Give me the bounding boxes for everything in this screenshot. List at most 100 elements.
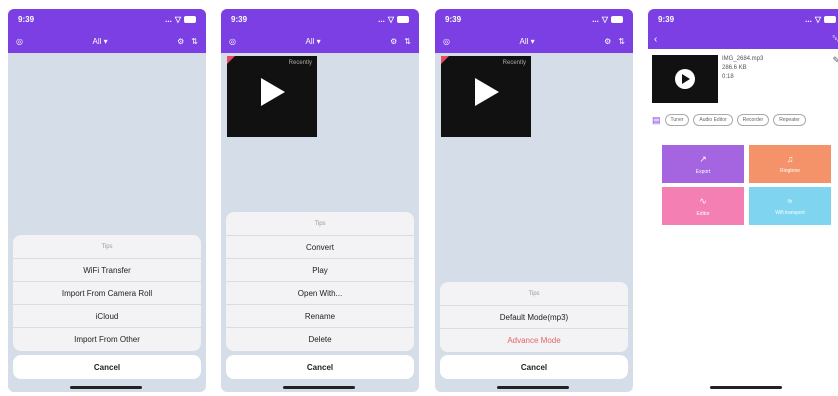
home-indicator bbox=[497, 386, 569, 389]
phone-screen-convert-mode: 9:39 ... ▽ ◎ All ▾ ⚙ ⇅ Recently Tips Defau… bbox=[435, 9, 633, 392]
file-name: IMG_2684.mp3 bbox=[722, 56, 764, 62]
file-size: 286.6 KB bbox=[722, 65, 747, 71]
option-convert[interactable]: Convert bbox=[226, 236, 414, 259]
sort-icon[interactable]: ⇅ bbox=[191, 37, 198, 46]
chip-recorder[interactable]: Recorder bbox=[736, 114, 770, 126]
status-time: 9:39 bbox=[18, 14, 35, 24]
action-sheet: Tips Default Mode(mp3) Advance Mode bbox=[440, 282, 628, 352]
filter-label: All bbox=[519, 36, 529, 46]
settings-icon[interactable]: ⚙ bbox=[177, 37, 184, 46]
ringtone-tile[interactable]: ♫ Ringtone bbox=[749, 145, 831, 183]
filter-label: All bbox=[92, 36, 102, 46]
battery-icon bbox=[184, 15, 196, 23]
recently-tag: Recently bbox=[288, 60, 312, 66]
wifi-menu-icon[interactable]: ◎ bbox=[443, 37, 450, 46]
file-info: IMG_2684.mp3 286.6 KB 0:18 ✎ bbox=[652, 55, 838, 105]
status-time: 9:39 bbox=[658, 14, 675, 24]
chip-tuner[interactable]: Tuner bbox=[664, 114, 690, 126]
home-indicator bbox=[283, 386, 355, 389]
wifi-menu-icon[interactable]: ◎ bbox=[229, 37, 236, 46]
selected-corner bbox=[227, 56, 235, 64]
action-sheet: Tips Convert Play Open With... Rename De… bbox=[226, 212, 414, 351]
cancel-button[interactable]: Cancel bbox=[226, 355, 414, 379]
video-thumbnail[interactable]: Recently bbox=[227, 56, 317, 137]
signal-icon: ... bbox=[592, 14, 599, 24]
export-tile[interactable]: ↗ Export bbox=[662, 145, 744, 183]
wifi-menu-icon[interactable]: ◎ bbox=[16, 37, 23, 46]
status-bar: 9:39 ... ▽ bbox=[648, 9, 838, 29]
phone-screen-file-detail: 9:39 ... ▽ ‹ ␡ IMG_2684.mp3 286.6 KB 0:18… bbox=[648, 9, 838, 392]
wifi-icon: ▽ bbox=[814, 14, 821, 24]
sheet-tip: Tips bbox=[226, 212, 414, 236]
option-delete[interactable]: Delete bbox=[226, 328, 414, 351]
signal-icon: ... bbox=[165, 14, 172, 24]
option-import-other[interactable]: Import From Other bbox=[13, 328, 201, 351]
filter-dropdown[interactable]: All ▾ bbox=[236, 37, 390, 46]
wifi-icon: ▽ bbox=[387, 14, 394, 24]
play-icon bbox=[261, 78, 285, 106]
option-open-with[interactable]: Open With... bbox=[226, 282, 414, 305]
chevron-down-icon: ▾ bbox=[316, 36, 321, 46]
editor-label: Editor bbox=[696, 210, 710, 217]
battery-icon bbox=[824, 15, 836, 23]
play-icon bbox=[675, 69, 695, 89]
option-advance-mode[interactable]: Advance Mode bbox=[440, 329, 628, 352]
status-time: 9:39 bbox=[445, 14, 462, 24]
phone-screen-import: 9:39 ... ▽ ◎ All ▾ ⚙ ⇅ Tips WiFi Transfer … bbox=[8, 9, 206, 392]
wifi-transport-tile[interactable]: ≈ Wifi transport bbox=[749, 187, 831, 225]
nav-bar: ◎ All ▾ ⚙ ⇅ bbox=[435, 29, 633, 53]
back-icon[interactable]: ‹ bbox=[654, 34, 657, 45]
detail-nav-bar: ‹ ␡ bbox=[648, 29, 838, 49]
cancel-button[interactable]: Cancel bbox=[440, 355, 628, 379]
option-default-mode[interactable]: Default Mode(mp3) bbox=[440, 306, 628, 329]
play-icon bbox=[475, 78, 499, 106]
signal-icon: ... bbox=[805, 14, 812, 24]
nav-bar: ◎ All ▾ ⚙ ⇅ bbox=[221, 29, 419, 53]
phone-screen-file-actions: 9:39 ... ▽ ◎ All ▾ ⚙ ⇅ Recently Tips Conve… bbox=[221, 9, 419, 392]
waveform-icon: ∿ bbox=[699, 195, 707, 206]
audio-artwork[interactable] bbox=[652, 55, 718, 103]
filter-label: All bbox=[305, 36, 315, 46]
chip-repeater[interactable]: Repeater bbox=[773, 114, 806, 126]
edit-icon[interactable]: ✎ bbox=[832, 55, 838, 66]
option-icloud[interactable]: iCloud bbox=[13, 305, 201, 328]
editor-tile[interactable]: ∿ Editor bbox=[662, 187, 744, 225]
wifi-icon: ▽ bbox=[601, 14, 608, 24]
home-indicator bbox=[70, 386, 142, 389]
video-thumbnail[interactable]: Recently bbox=[441, 56, 531, 137]
ringtone-label: Ringtone bbox=[779, 168, 800, 174]
chevron-down-icon: ▾ bbox=[530, 36, 535, 46]
export-icon: ↗ bbox=[699, 153, 707, 164]
action-sheet: Tips WiFi Transfer Import From Camera Ro… bbox=[13, 235, 201, 351]
chip-audio-editor[interactable]: Audio Editor bbox=[693, 114, 733, 126]
sort-icon[interactable]: ⇅ bbox=[618, 37, 625, 46]
settings-icon[interactable]: ⚙ bbox=[390, 37, 397, 46]
status-time: 9:39 bbox=[231, 14, 248, 24]
status-bar: 9:39 ... ▽ bbox=[221, 9, 419, 29]
signal-icon: ... bbox=[378, 14, 385, 24]
cancel-button[interactable]: Cancel bbox=[13, 355, 201, 379]
status-bar: 9:39 ... ▽ bbox=[8, 9, 206, 29]
option-play[interactable]: Play bbox=[226, 259, 414, 282]
battery-icon bbox=[397, 15, 409, 23]
battery-icon bbox=[611, 15, 623, 23]
nav-bar: ◎ All ▾ ⚙ ⇅ bbox=[8, 29, 206, 53]
wifi-icon: ≈ bbox=[787, 196, 793, 206]
option-wifi-transfer[interactable]: WiFi Transfer bbox=[13, 259, 201, 282]
chevron-down-icon: ▾ bbox=[103, 36, 108, 46]
sheet-tip: Tips bbox=[13, 235, 201, 259]
option-import-camera-roll[interactable]: Import From Camera Roll bbox=[13, 282, 201, 305]
filter-dropdown[interactable]: All ▾ bbox=[450, 37, 604, 46]
settings-icon[interactable]: ⚙ bbox=[604, 37, 611, 46]
export-label: Export bbox=[695, 168, 711, 175]
home-indicator bbox=[710, 386, 782, 389]
recently-tag: Recently bbox=[502, 60, 526, 66]
filter-dropdown[interactable]: All ▾ bbox=[23, 37, 177, 46]
file-duration: 0:18 bbox=[722, 74, 734, 80]
option-rename[interactable]: Rename bbox=[226, 305, 414, 328]
wifi-icon: ▽ bbox=[174, 14, 181, 24]
sort-icon[interactable]: ⇅ bbox=[404, 37, 411, 46]
trash-icon[interactable]: ␡ bbox=[832, 34, 838, 45]
wifi-transport-label: Wifi transport bbox=[775, 210, 805, 216]
status-bar: 9:39 ... ▽ bbox=[435, 9, 633, 29]
